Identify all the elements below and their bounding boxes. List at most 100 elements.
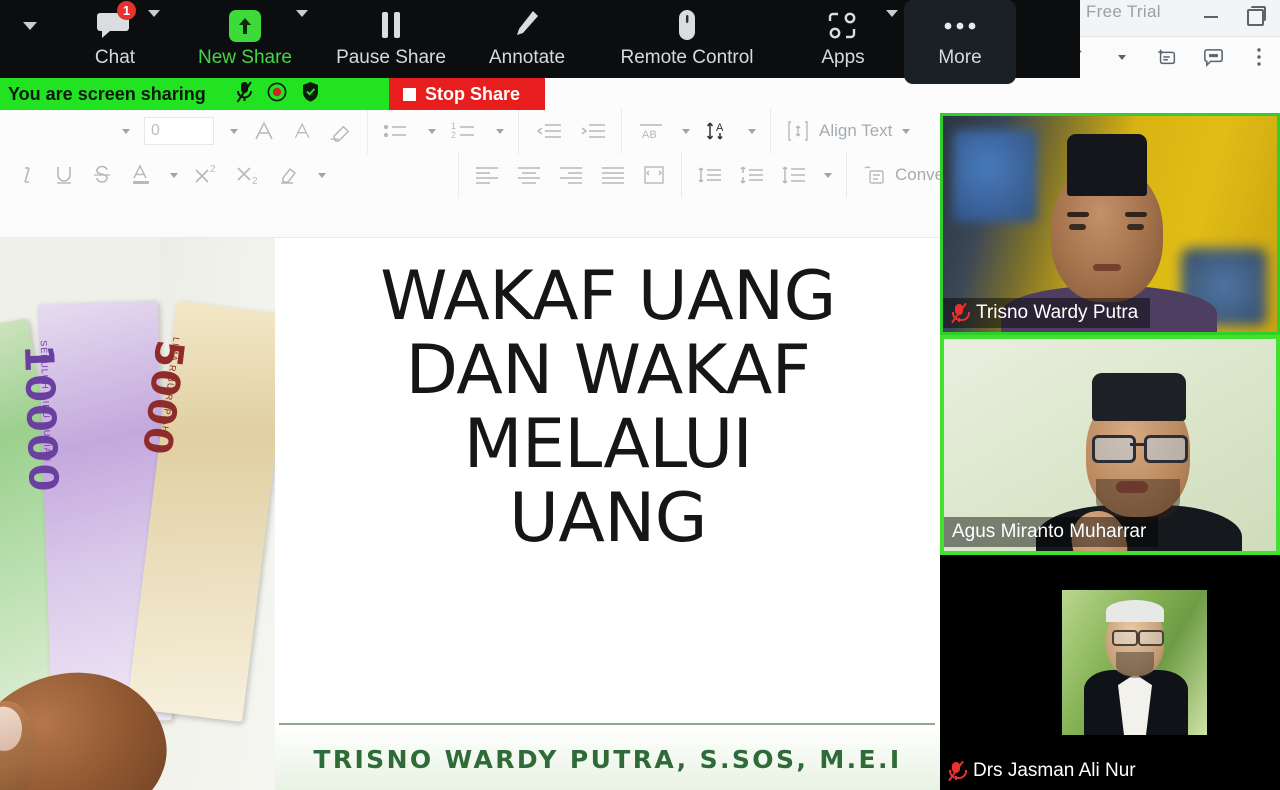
align-text-label[interactable]: Align Text <box>819 121 892 141</box>
strikethrough-button[interactable] <box>90 163 114 187</box>
slide-title-line-3: MELALUI <box>463 405 753 485</box>
align-text-icon <box>785 118 811 144</box>
slide-title-line-1: WAKAF UANG <box>380 257 836 336</box>
numbering-dropdown-icon[interactable] <box>496 128 504 134</box>
apps-chevron-down-icon[interactable] <box>886 10 902 26</box>
align-left-button[interactable] <box>473 164 501 186</box>
slide-subtitle-area[interactable]: TRISNO WARDY PUTRA, S.SOS, M.E.I <box>275 725 940 790</box>
apps-button[interactable]: Apps <box>782 0 904 84</box>
paragraph-spacing-dropdown-icon[interactable] <box>748 128 756 134</box>
paragraph-spacing-button[interactable]: A <box>704 119 732 143</box>
font-size-dropdown-icon[interactable] <box>122 128 130 134</box>
pause-share-label: Pause Share <box>336 47 446 68</box>
participant-name-2: Agus Miranto Muharrar <box>952 521 1147 542</box>
chat-label: Chat <box>94 47 136 68</box>
chat-unread-badge: 1 <box>117 1 136 20</box>
chevron-down-icon[interactable] <box>23 6 37 46</box>
slide-subtitle: TRISNO WARDY PUTRA, S.SOS, M.E.I <box>313 745 902 774</box>
participant-tile-drs-jasman-ali-nur[interactable]: Drs Jasman Ali Nur <box>940 555 1280 790</box>
more-options-icon[interactable] <box>1246 44 1272 70</box>
numbering-button[interactable]: 1 2 <box>450 119 480 143</box>
restore-icon <box>1246 5 1266 26</box>
zoom-screenshare-toolbar: 1 Chat New Share Pause Share Annotate Re… <box>0 0 1080 84</box>
share-up-arrow-icon <box>229 6 261 46</box>
highlight-dropdown-icon[interactable] <box>318 172 326 178</box>
font-size-input[interactable]: 0 <box>144 117 214 145</box>
new-share-label: New Share <box>198 47 292 68</box>
slide-photo-rupiah: DUA PULUH RIBU RUPIAH 20000 SEPULUH RIBU… <box>0 238 275 790</box>
columns-button[interactable] <box>641 163 667 187</box>
slide-canvas[interactable]: DUA PULUH RIBU RUPIAH 20000 SEPULUH RIBU… <box>0 238 940 790</box>
audio-options-button[interactable] <box>0 0 60 84</box>
zoom-toolbar-items: 1 Chat New Share Pause Share Annotate Re… <box>0 0 1016 84</box>
restore-window-button[interactable] <box>1240 4 1270 30</box>
share-dropdown-icon[interactable] <box>1108 44 1134 70</box>
italic-button[interactable] <box>16 163 38 187</box>
ellipsis-icon <box>939 6 981 46</box>
superscript-button[interactable]: 2 <box>192 163 220 187</box>
text-direction-button[interactable]: AB <box>636 119 666 143</box>
space-before-button[interactable] <box>738 163 766 187</box>
comments-icon[interactable] <box>1200 44 1226 70</box>
clear-formatting-button[interactable] <box>328 119 353 144</box>
chat-chevron-down-icon[interactable] <box>148 10 164 26</box>
participant-name-1: Trisno Wardy Putra <box>976 302 1139 323</box>
font-color-dropdown-icon[interactable] <box>170 172 178 178</box>
svg-text:2: 2 <box>210 164 216 175</box>
participant-tile-agus-miranto-muharrar[interactable]: Agus Miranto Muharrar <box>940 335 1280 555</box>
more-button[interactable]: More <box>904 0 1016 84</box>
annotate-label: Annotate <box>488 47 566 68</box>
free-trial-label: Free Trial <box>1086 2 1161 21</box>
line-spacing-button[interactable] <box>696 163 724 187</box>
stop-share-button[interactable]: Stop Share <box>389 78 545 110</box>
remote-control-button[interactable]: Remote Control <box>592 0 782 84</box>
mic-muted-icon <box>948 760 967 782</box>
increase-indent-button[interactable] <box>577 119 607 143</box>
mic-muted-icon[interactable] <box>236 80 253 108</box>
bullets-dropdown-icon[interactable] <box>428 128 436 134</box>
underline-button[interactable] <box>52 163 76 187</box>
chat-button[interactable]: 1 Chat <box>60 0 170 84</box>
new-share-button[interactable]: New Share <box>170 0 320 84</box>
line-spacing-dropdown-icon[interactable] <box>824 172 832 178</box>
chat-icon: 1 <box>96 1 136 46</box>
remote-control-label: Remote Control <box>620 47 754 68</box>
participant-name-row-3: Drs Jasman Ali Nur <box>940 756 1148 786</box>
participant-video-3 <box>940 555 1280 790</box>
stop-share-label: Stop Share <box>425 83 521 104</box>
svg-text:2: 2 <box>252 176 258 187</box>
slide-title-line-4: UANG <box>509 479 707 559</box>
participant-video-strip: Trisno Wardy Putra Agus Miranto Muharrar <box>940 113 1280 790</box>
pen-icon <box>512 6 542 46</box>
decrease-font-size-button[interactable] <box>292 120 314 142</box>
justify-button[interactable] <box>599 164 627 186</box>
bullets-button[interactable] <box>382 119 412 143</box>
font-color-button[interactable] <box>128 162 154 188</box>
svg-text:AB: AB <box>642 129 657 141</box>
recording-indicator-icon[interactable] <box>267 82 287 107</box>
minimize-window-button[interactable] <box>1196 4 1226 30</box>
line-spacing-options-button[interactable] <box>780 163 808 187</box>
align-text-dropdown-icon[interactable] <box>902 128 911 134</box>
share-bar-icons <box>236 80 320 108</box>
font-size-caret-icon[interactable] <box>230 128 238 134</box>
pause-share-button[interactable]: Pause Share <box>320 0 462 84</box>
text-highlight-color-button[interactable] <box>276 162 302 188</box>
new-share-chevron-down-icon[interactable] <box>296 10 312 26</box>
new-comment-icon[interactable] <box>1154 44 1180 70</box>
svg-text:2: 2 <box>451 130 456 140</box>
mouse-icon <box>674 6 700 46</box>
text-direction-dropdown-icon[interactable] <box>682 128 690 134</box>
screen-sharing-status-text: You are screen sharing <box>8 83 206 104</box>
increase-font-size-button[interactable] <box>252 118 278 144</box>
subscript-button[interactable]: 2 <box>234 163 262 187</box>
participant-tile-trisno-wardy-putra[interactable]: Trisno Wardy Putra <box>940 113 1280 335</box>
screen-share-session: Free Trial 0 1 2 AB A Align Text 2 2 Con… <box>0 0 1280 790</box>
align-center-button[interactable] <box>515 164 543 186</box>
annotate-button[interactable]: Annotate <box>462 0 592 84</box>
align-right-button[interactable] <box>557 164 585 186</box>
convert-to-smartart-icon <box>861 163 887 187</box>
security-shield-icon[interactable] <box>301 81 320 107</box>
slide-title[interactable]: WAKAF UANG DAN WAKAF MELALUI UANG <box>303 257 913 559</box>
decrease-indent-button[interactable] <box>533 119 563 143</box>
